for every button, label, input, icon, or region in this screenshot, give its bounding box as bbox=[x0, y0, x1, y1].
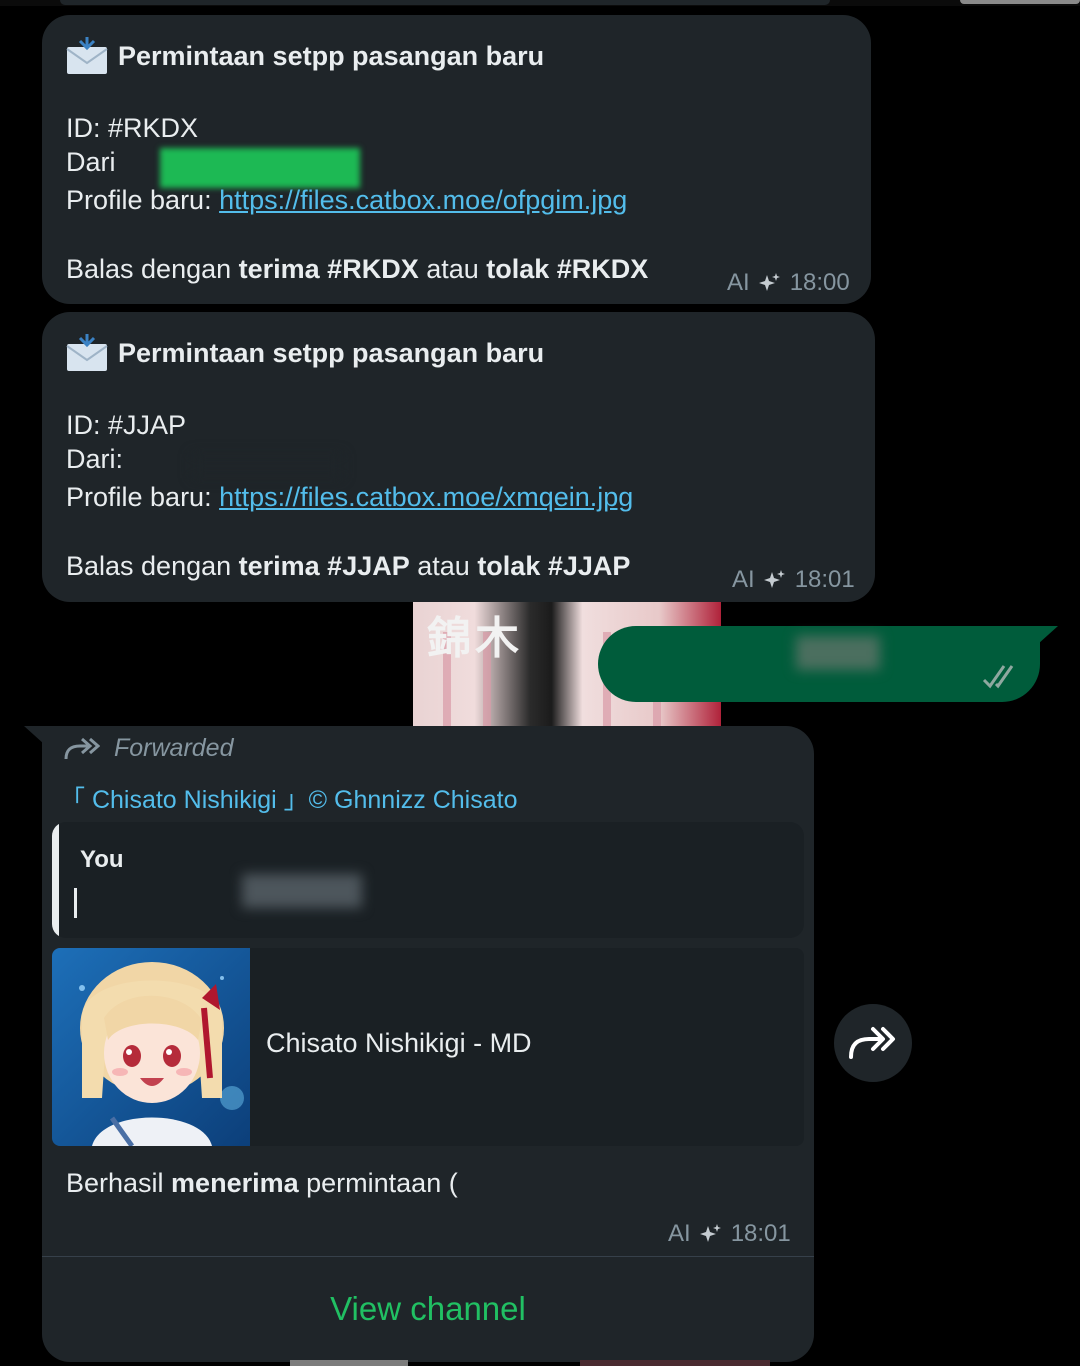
profile-label: Profile baru: bbox=[66, 482, 220, 512]
ai-sparkle-icon bbox=[758, 273, 780, 291]
forwarded-body-text: Berhasil menerima permintaan ( bbox=[66, 1168, 458, 1199]
double-check-icon bbox=[982, 665, 1014, 689]
request-id: ID: #RKDX bbox=[66, 113, 199, 143]
body-prefix: Berhasil bbox=[66, 1168, 172, 1198]
quote-author: You bbox=[80, 846, 124, 873]
bubble-tail bbox=[1038, 626, 1058, 644]
ai-sparkle-icon bbox=[763, 570, 785, 588]
reply-prefix: Balas dengan bbox=[66, 254, 239, 284]
redacted-sender bbox=[160, 148, 360, 188]
background-kanji: 錦木 bbox=[427, 613, 523, 664]
view-channel-button[interactable]: View channel bbox=[42, 1256, 814, 1362]
redacted-sender bbox=[192, 454, 342, 478]
from-label: Dari bbox=[66, 147, 116, 177]
accept-command: terima #JJAP bbox=[238, 551, 410, 581]
bottom-edge bbox=[290, 1360, 408, 1366]
reply-instruction: Balas dengan terima #JJAP atau tolak #JJ… bbox=[66, 551, 630, 582]
reject-command: tolak #JJAP bbox=[477, 551, 631, 581]
status-edge bbox=[960, 0, 1080, 4]
ai-sparkle-icon bbox=[699, 1224, 721, 1242]
quote-bar bbox=[52, 822, 59, 938]
forwarded-indicator: Forwarded bbox=[64, 734, 234, 763]
message-title-row: Permintaan setpp pasangan baru bbox=[66, 37, 544, 75]
body-bold: menerima bbox=[171, 1168, 299, 1198]
from-label: Dari: bbox=[66, 444, 124, 474]
message-title-row: Permintaan setpp pasangan baru bbox=[66, 334, 544, 372]
accept-command: terima #RKDX bbox=[238, 254, 419, 284]
outgoing-message-bubble[interactable] bbox=[598, 626, 1058, 702]
envelope-icon bbox=[66, 334, 108, 371]
envelope-icon bbox=[66, 37, 108, 74]
reply-prefix: Balas dengan bbox=[66, 551, 239, 581]
reject-command: tolak #RKDX bbox=[486, 254, 649, 284]
ai-label: AI bbox=[727, 269, 750, 296]
message-bubble-jjap[interactable]: Permintaan setpp pasangan baru ID: #JJAP… bbox=[42, 312, 875, 602]
forward-arrow-icon bbox=[64, 737, 100, 759]
quoted-message[interactable]: You bbox=[52, 822, 804, 938]
reply-instruction: Balas dengan terima #RKDX atau tolak #RK… bbox=[66, 254, 648, 285]
message-bubble-rkdx[interactable]: Permintaan setpp pasangan baru ID: #RKDX… bbox=[42, 15, 871, 304]
message-time: 18:01 bbox=[794, 566, 855, 593]
previous-bubble-edge bbox=[60, 0, 830, 5]
forwarded-message-bubble[interactable]: Forwarded 「 Chisato Nishikigi 」© Ghnnizz… bbox=[24, 726, 814, 1362]
channel-thumbnail bbox=[52, 948, 250, 1146]
redacted-quote bbox=[242, 874, 362, 908]
message-meta: AI 18:00 bbox=[727, 269, 850, 297]
message-meta: AI 18:01 bbox=[668, 1220, 791, 1248]
profile-line: Profile baru: https://files.catbox.moe/x… bbox=[66, 482, 633, 513]
message-title: Permintaan setpp pasangan baru bbox=[118, 337, 545, 368]
preview-title: Chisato Nishikigi - MD bbox=[266, 1028, 532, 1058]
channel-name-link[interactable]: 「 Chisato Nishikigi 」© Ghnnizz Chisato bbox=[60, 780, 517, 816]
share-forward-button[interactable] bbox=[834, 1004, 912, 1082]
request-id: ID: #JJAP bbox=[66, 410, 187, 440]
body-suffix: permintaan ( bbox=[298, 1168, 458, 1198]
channel-link-preview[interactable]: Chisato Nishikigi - MD bbox=[52, 948, 804, 1146]
bubble-tail bbox=[24, 726, 44, 744]
share-forward-icon bbox=[849, 1027, 895, 1059]
anime-avatar-image bbox=[52, 948, 250, 1146]
message-title: Permintaan setpp pasangan baru bbox=[118, 40, 545, 71]
or-word: atau bbox=[418, 254, 487, 284]
profile-link[interactable]: https://files.catbox.moe/xmqein.jpg bbox=[219, 482, 633, 512]
ai-label: AI bbox=[732, 566, 755, 593]
profile-label: Profile baru: bbox=[66, 185, 220, 215]
redacted-text bbox=[796, 636, 880, 670]
message-meta: AI 18:01 bbox=[732, 566, 855, 594]
bottom-edge bbox=[580, 1360, 770, 1366]
profile-link[interactable]: https://files.catbox.moe/ofpgim.jpg bbox=[219, 185, 627, 215]
message-time: 18:01 bbox=[730, 1220, 791, 1247]
quote-text-start bbox=[74, 888, 77, 918]
profile-line: Profile baru: https://files.catbox.moe/o… bbox=[66, 185, 627, 216]
forwarded-label: Forwarded bbox=[114, 734, 234, 762]
top-edge bbox=[0, 0, 1080, 6]
message-time: 18:00 bbox=[789, 269, 850, 296]
or-word: atau bbox=[409, 551, 478, 581]
ai-label: AI bbox=[668, 1220, 691, 1247]
